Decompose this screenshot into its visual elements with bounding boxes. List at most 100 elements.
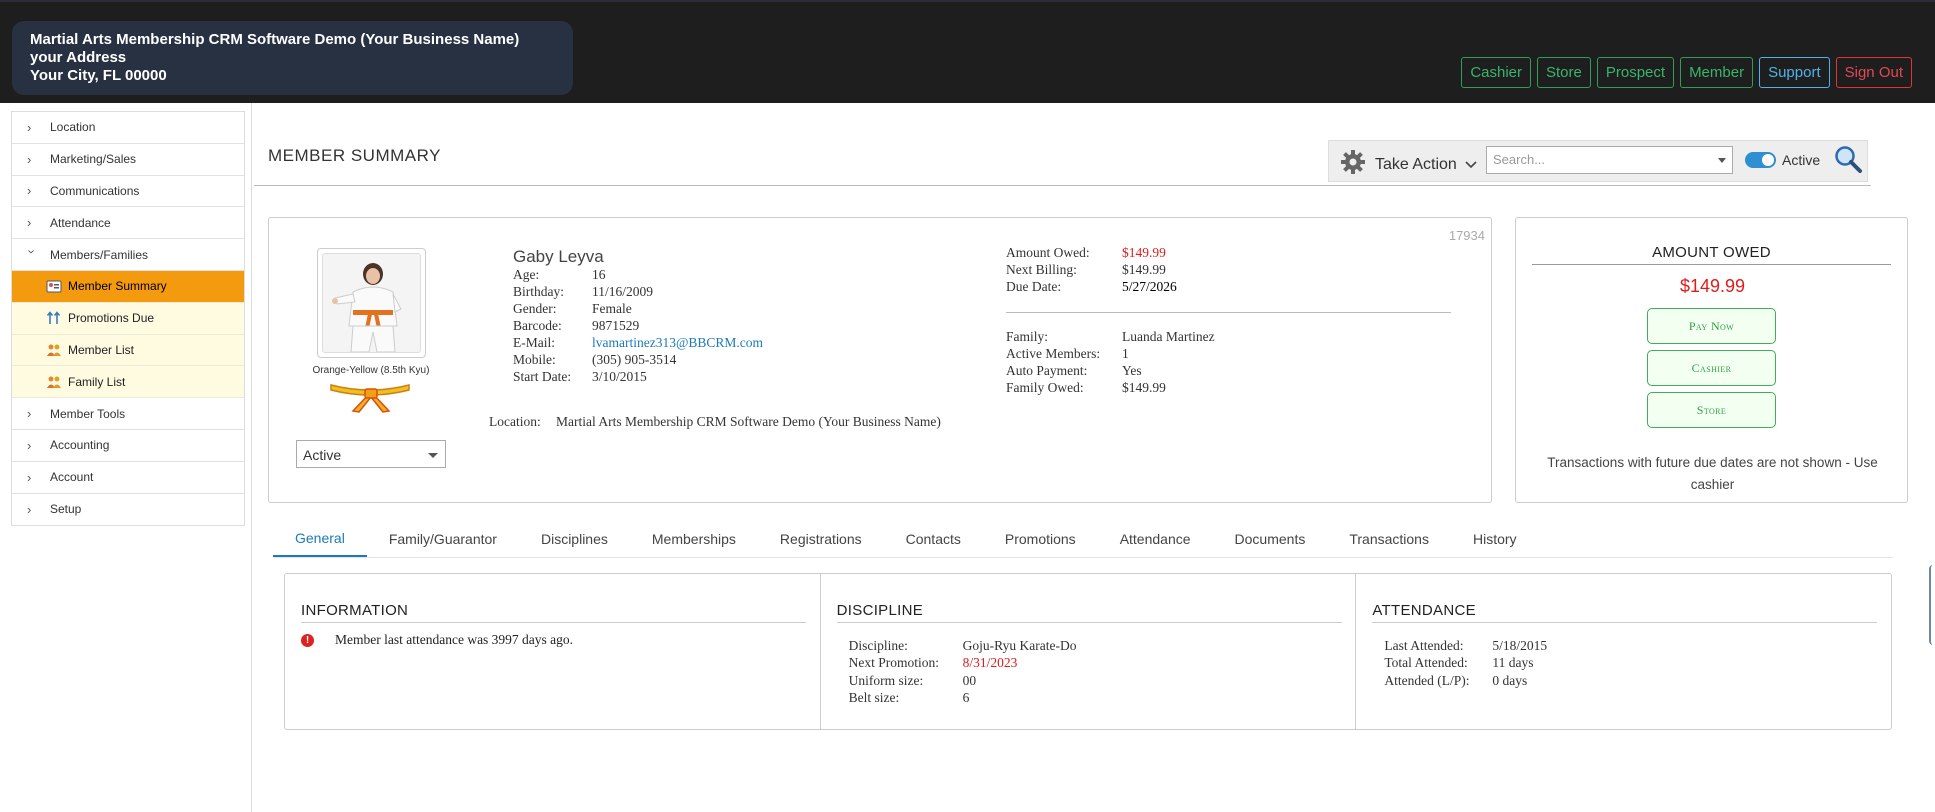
billing-label: Next Billing: — [1006, 262, 1077, 277]
take-action-dropdown[interactable]: Take Action — [1339, 148, 1477, 181]
discipline-details: Discipline: Goju-Ryu Karate-Do Next Promo… — [849, 638, 1077, 707]
business-card: Martial Arts Membership CRM Software Dem… — [12, 21, 573, 95]
panel-divider — [836, 622, 1342, 623]
tab-attendance[interactable]: Attendance — [1098, 520, 1213, 558]
family-row: Auto Payment: Yes — [1006, 363, 1215, 380]
promotion-arrows-icon — [46, 310, 62, 326]
pay-now-button[interactable]: Pay Now — [1647, 308, 1776, 344]
sidebar-subitem-member-summary[interactable]: Member Summary — [12, 270, 244, 303]
discipline-label: Next Promotion: — [848, 655, 940, 671]
family-row: Family Owed: $149.99 — [1006, 380, 1215, 397]
tab-disciplines[interactable]: Disciplines — [519, 520, 630, 558]
sidebar-subitem-member-list[interactable]: Member List — [12, 334, 244, 367]
tab-contacts[interactable]: Contacts — [884, 520, 983, 558]
sidebar-item-setup[interactable]: › Setup — [12, 494, 244, 526]
sidebar-item-members-families[interactable]: › Members/Families — [12, 239, 244, 271]
prospect-button[interactable]: Prospect — [1596, 57, 1675, 88]
sidebar-item-label: Members/Families — [50, 247, 149, 262]
sidebar-item-attendance[interactable]: › Attendance — [12, 207, 244, 240]
detail-value: (305) 905-3514 — [592, 352, 677, 367]
billing-label: Amount Owed: — [1006, 245, 1090, 260]
member-status-value: Active — [303, 447, 342, 463]
location-value: Martial Arts Membership CRM Software Dem… — [556, 414, 941, 429]
detail-value: 11/16/2009 — [592, 284, 654, 299]
family-label: Family Owed: — [1006, 380, 1084, 395]
sidebar-item-member-tools[interactable]: › Member Tools — [12, 398, 244, 430]
detail-row: Birthday: 11/16/2009 — [513, 284, 763, 301]
tab-documents[interactable]: Documents — [1213, 520, 1328, 558]
cashier-card-button[interactable]: Cashier — [1647, 350, 1776, 386]
amount-owed-divider — [1532, 264, 1891, 265]
member-search-input[interactable]: Search... — [1486, 146, 1733, 174]
store-button[interactable]: Store — [1537, 57, 1591, 88]
member-photo[interactable] — [317, 248, 426, 358]
sign-out-button[interactable]: Sign Out — [1835, 57, 1912, 88]
discipline-row: Discipline: Goju-Ryu Karate-Do — [849, 638, 1077, 655]
sidebar-item-accounting[interactable]: › Accounting — [12, 430, 244, 462]
tab-general[interactable]: General — [273, 520, 367, 558]
sidebar-item-label: Attendance — [50, 215, 111, 230]
owed-note: Transactions with future due dates are n… — [1547, 455, 1878, 492]
family-value: $149.99 — [1122, 380, 1166, 395]
title-divider — [254, 185, 1871, 186]
attendance-details: Last Attended: 5/18/2015 Total Attended: 1… — [1384, 638, 1547, 690]
cashier-button[interactable]: Cashier — [1461, 57, 1531, 88]
billing-value: $149.99 — [1122, 245, 1166, 260]
sidebar-item-communications[interactable]: › Communications — [12, 176, 244, 208]
panel-divider — [1372, 622, 1878, 623]
support-button[interactable]: Support — [1759, 57, 1830, 88]
search-icon[interactable] — [1833, 144, 1863, 177]
tab-registrations[interactable]: Registrations — [758, 520, 884, 558]
member-status-select[interactable]: Active — [296, 440, 446, 468]
detail-row: Start Date: 3/10/2015 — [513, 369, 763, 386]
business-name: Martial Arts Membership CRM Software Dem… — [30, 31, 520, 48]
sidebar-menu: › Location › Marketing/Sales › Communicatio… — [11, 111, 245, 527]
chevron-right-icon: › — [27, 183, 32, 199]
member-button[interactable]: Member — [1680, 57, 1754, 88]
email-link[interactable]: lvamartinez313@BBCRM.com — [592, 335, 763, 350]
tab-family-guarantor[interactable]: Family/Guarantor — [367, 520, 519, 558]
attendance-row: Last Attended: 5/18/2015 — [1384, 638, 1547, 655]
attendance-label: Total Attended: — [1384, 655, 1468, 671]
active-toggle[interactable] — [1745, 152, 1776, 168]
family-row: Active Members: 1 — [1006, 346, 1215, 363]
panel-divider — [301, 622, 806, 623]
sidebar-item-marketing[interactable]: › Marketing/Sales — [12, 144, 244, 176]
discipline-row: Uniform size: 00 — [849, 673, 1077, 690]
top-header: Martial Arts Membership CRM Software Dem… — [0, 0, 1935, 103]
tab-transactions[interactable]: Transactions — [1327, 520, 1451, 558]
chevron-right-icon: › — [27, 119, 32, 135]
detail-value: Female — [592, 301, 632, 316]
dropdown-caret-icon — [428, 453, 438, 458]
family-icon — [46, 374, 62, 390]
general-panels: INFORMATION ! Member last attendance was… — [284, 573, 1892, 730]
detail-label: Start Date: — [513, 369, 572, 384]
sidebar-subitem-promotions-due[interactable]: Promotions Due — [12, 302, 244, 335]
detail-row: E-Mail: lvamartinez313@BBCRM.com — [513, 335, 763, 352]
page-title: MEMBER SUMMARY — [268, 146, 441, 165]
scrollbar-edge[interactable] — [1929, 565, 1935, 645]
tab-promotions[interactable]: Promotions — [983, 520, 1098, 558]
active-toggle-label: Active — [1782, 152, 1821, 168]
sidebar: › Location › Marketing/Sales › Communicatio… — [0, 103, 252, 812]
people-icon — [46, 342, 62, 358]
billing-row: Next Billing: $149.99 — [1006, 262, 1177, 279]
sidebar-subitem-family-list[interactable]: Family List — [12, 366, 244, 399]
sidebar-subitem-label: Member Summary — [68, 279, 167, 294]
store-card-button[interactable]: Store — [1647, 392, 1776, 428]
discipline-row: Belt size: 6 — [849, 690, 1077, 707]
sidebar-item-account[interactable]: › Account — [12, 462, 244, 494]
search-placeholder: Search... — [1493, 152, 1546, 167]
chevron-right-icon: › — [27, 151, 32, 167]
sidebar-item-location[interactable]: › Location — [12, 112, 244, 144]
member-card: 17934 Orange-Yellow (8.5th Kyu) Active G… — [268, 217, 1492, 503]
rank-label: Orange-Yellow (8.5th Kyu) — [312, 365, 430, 376]
attendance-value: 11 days — [1492, 655, 1534, 671]
family-row: Family: Luanda Martinez — [1006, 329, 1215, 346]
billing-value: $149.99 — [1122, 262, 1166, 277]
tab-memberships[interactable]: Memberships — [630, 520, 758, 558]
tab-history[interactable]: History — [1451, 520, 1539, 558]
panel-title: ATTENDANCE — [1372, 602, 1476, 619]
family-value: Luanda Martinez — [1122, 329, 1215, 344]
family-details: Family: Luanda Martinez Active Members: 1 … — [1006, 329, 1215, 397]
